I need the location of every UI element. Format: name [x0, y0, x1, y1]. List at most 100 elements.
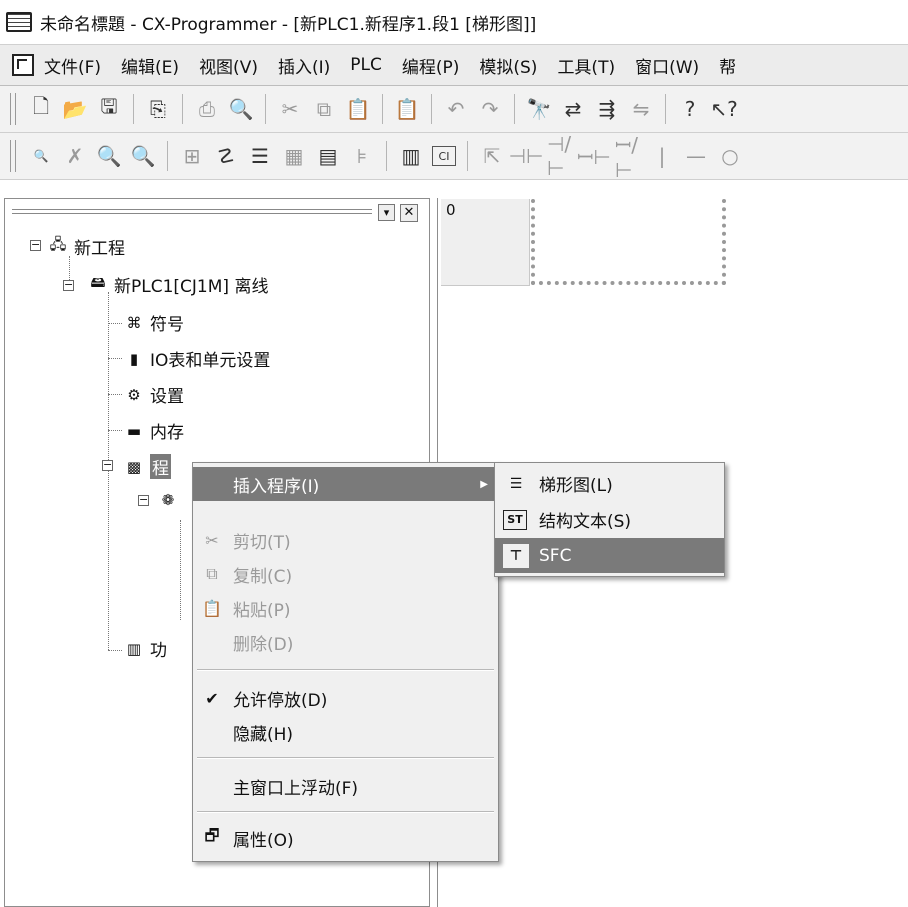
menu-item-label: 属性(O) [233, 830, 294, 851]
menu-item-cut[interactable]: ✂ 剪切(T) [193, 523, 498, 557]
menu-program[interactable]: 编程(P) [402, 53, 460, 78]
tree-connector [180, 520, 181, 620]
submenu-item-ladder[interactable]: ☰ 梯形图(L) [495, 466, 724, 501]
paste-icon: 📋 [202, 598, 222, 618]
menu-view[interactable]: 视图(V) [199, 53, 258, 78]
zoom-in-icon[interactable]: 🔍 [96, 143, 122, 169]
tree-node-settings[interactable]: ⚙ 设置 [124, 382, 184, 408]
expand-toggle[interactable]: − [30, 239, 41, 251]
tree-node-memory[interactable]: ▬ 内存 [124, 418, 184, 444]
tree-node-program1[interactable]: ❁ [158, 490, 184, 510]
find-icon[interactable]: 🔭 [526, 96, 552, 122]
menu-edit[interactable]: 编辑(E) [121, 53, 179, 78]
pane-header: ▾ ✕ [8, 203, 426, 227]
vertical-line-icon[interactable]: | [649, 143, 675, 169]
toolbar-separator [665, 94, 666, 124]
rung-icon[interactable]: ▦ [281, 143, 307, 169]
menu-item-float-main-window[interactable]: 主窗口上浮动(F) [193, 769, 498, 803]
open-folder-icon[interactable]: 📂 [62, 96, 88, 122]
paste-special-icon[interactable]: 📋 [394, 96, 420, 122]
toolbar-separator [382, 94, 383, 124]
print-icon[interactable]: ⎙ [194, 96, 220, 122]
tree-icon[interactable]: ⊧ [349, 143, 375, 169]
horizontal-line-icon[interactable]: — [683, 143, 709, 169]
submenu-item-sfc[interactable]: ⊤ SFC [495, 538, 724, 573]
menu-item-paste[interactable]: 📋 粘贴(P) [193, 591, 498, 625]
toolbar-grip[interactable] [10, 140, 16, 172]
function-block-icon: ▥ [126, 639, 142, 658]
tree-node-symbols[interactable]: ⌘ 符号 [124, 310, 185, 336]
contact-no-icon[interactable]: ⊣⊢ [509, 143, 544, 169]
rung-cursor[interactable] [531, 199, 726, 285]
settings-icon: ⚙ [127, 385, 141, 404]
pane-grip[interactable] [12, 209, 372, 210]
checkmark-icon: ✔ [205, 688, 219, 708]
tree-node-project[interactable]: 🖧 新工程 [48, 234, 125, 259]
cross-reference-icon[interactable]: ⇶ [594, 96, 620, 122]
replace-icon[interactable]: ⇄ [560, 96, 586, 122]
tree-node-plc[interactable]: 🖴 新PLC1[CJ1M] 离线 [88, 272, 268, 297]
zoom-out-icon[interactable]: 🔍 [130, 143, 156, 169]
new-file-icon[interactable]: 🗋 [28, 94, 54, 122]
zoom-fit-icon[interactable]: ✗ [62, 143, 88, 169]
pane-grip[interactable] [12, 213, 372, 214]
zoom-small-icon[interactable]: 🔍 [28, 143, 54, 169]
ci-icon[interactable]: CI [432, 146, 456, 166]
pane-minimize-button[interactable]: ▾ [378, 204, 395, 221]
tree-node-label: 内存 [150, 423, 184, 443]
contact-or-nc-icon[interactable]: ꟷ/⊢ [615, 133, 641, 182]
tree-node-function-blocks[interactable]: ▥ 功 [124, 636, 167, 662]
copy-icon[interactable]: ⧉ [311, 96, 337, 122]
select-icon[interactable]: ⇱ [479, 143, 505, 169]
submenu-item-structured-text[interactable]: ST 结构文本(S) [495, 502, 724, 537]
toolbar-grip[interactable] [10, 93, 16, 125]
menu-window[interactable]: 窗口(W) [635, 53, 699, 78]
tree-node-label: IO表和单元设置 [150, 351, 271, 371]
menu-tools[interactable]: 工具(T) [557, 53, 615, 78]
cut-icon[interactable]: ✂ [277, 96, 303, 122]
toolbar-separator [467, 141, 468, 171]
context-help-icon[interactable]: ↖? [710, 96, 737, 122]
menu-item-hide[interactable]: 隐藏(H) [193, 715, 498, 749]
menu-simulate[interactable]: 模拟(S) [479, 53, 537, 78]
app-icon [6, 12, 32, 32]
submenu-item-label: 梯形图(L) [539, 476, 613, 496]
menu-separator [197, 757, 494, 759]
menu-item-allow-docking[interactable]: ✔ 允许停放(D) [193, 681, 498, 715]
comment-icon[interactable]: ☡ [213, 143, 239, 169]
tree-node-programs[interactable]: ▩ 程 [124, 454, 171, 479]
coil-icon[interactable]: ○ [717, 143, 743, 169]
menu-plc[interactable]: PLC [350, 55, 382, 75]
document-icon[interactable] [12, 54, 34, 76]
pane-close-button[interactable]: ✕ [400, 204, 418, 222]
expand-toggle[interactable]: − [138, 494, 149, 506]
undo-icon[interactable]: ↶ [443, 96, 469, 122]
menu-help[interactable]: 帮 [719, 53, 736, 78]
menu-item-insert-program[interactable]: 插入程序(I) ▶ [193, 467, 498, 501]
compare-icon[interactable]: ⇋ [628, 96, 654, 122]
copy-icon: ⧉ [206, 564, 218, 583]
memory-icon: ▬ [126, 421, 142, 440]
monitor-icon[interactable]: ▤ [315, 143, 341, 169]
grid-icon[interactable]: ⊞ [179, 143, 205, 169]
print-preview-icon[interactable]: 🔍 [228, 96, 254, 122]
menu-insert[interactable]: 插入(I) [278, 53, 330, 78]
expand-toggle[interactable]: − [102, 459, 113, 471]
expand-toggle[interactable]: − [63, 279, 74, 291]
menu-item-properties[interactable]: 🗗 属性(O) [193, 821, 498, 855]
menu-file[interactable]: 文件(F) [44, 53, 101, 78]
tree-node-io-table[interactable]: ▮ IO表和单元设置 [124, 346, 271, 372]
save-icon[interactable]: 🖫 [96, 94, 122, 122]
toolbar-separator [265, 94, 266, 124]
paste-icon[interactable]: 📋 [345, 96, 371, 122]
toolbar-separator [133, 94, 134, 124]
contact-nc-icon[interactable]: ⊣/⊢ [547, 132, 573, 180]
menu-item-copy[interactable]: ⧉ 复制(C) [193, 557, 498, 591]
print-setup-icon[interactable]: ⎘ [145, 96, 171, 122]
help-icon[interactable]: ? [677, 96, 703, 122]
menu-item-delete[interactable]: 删除(D) [193, 625, 498, 659]
contact-or-icon[interactable]: ꟷ⊢ [577, 143, 611, 169]
list-icon[interactable]: ☰ [247, 143, 273, 169]
redo-icon[interactable]: ↷ [477, 96, 503, 122]
smart-input-icon[interactable]: ▥ [398, 143, 424, 169]
